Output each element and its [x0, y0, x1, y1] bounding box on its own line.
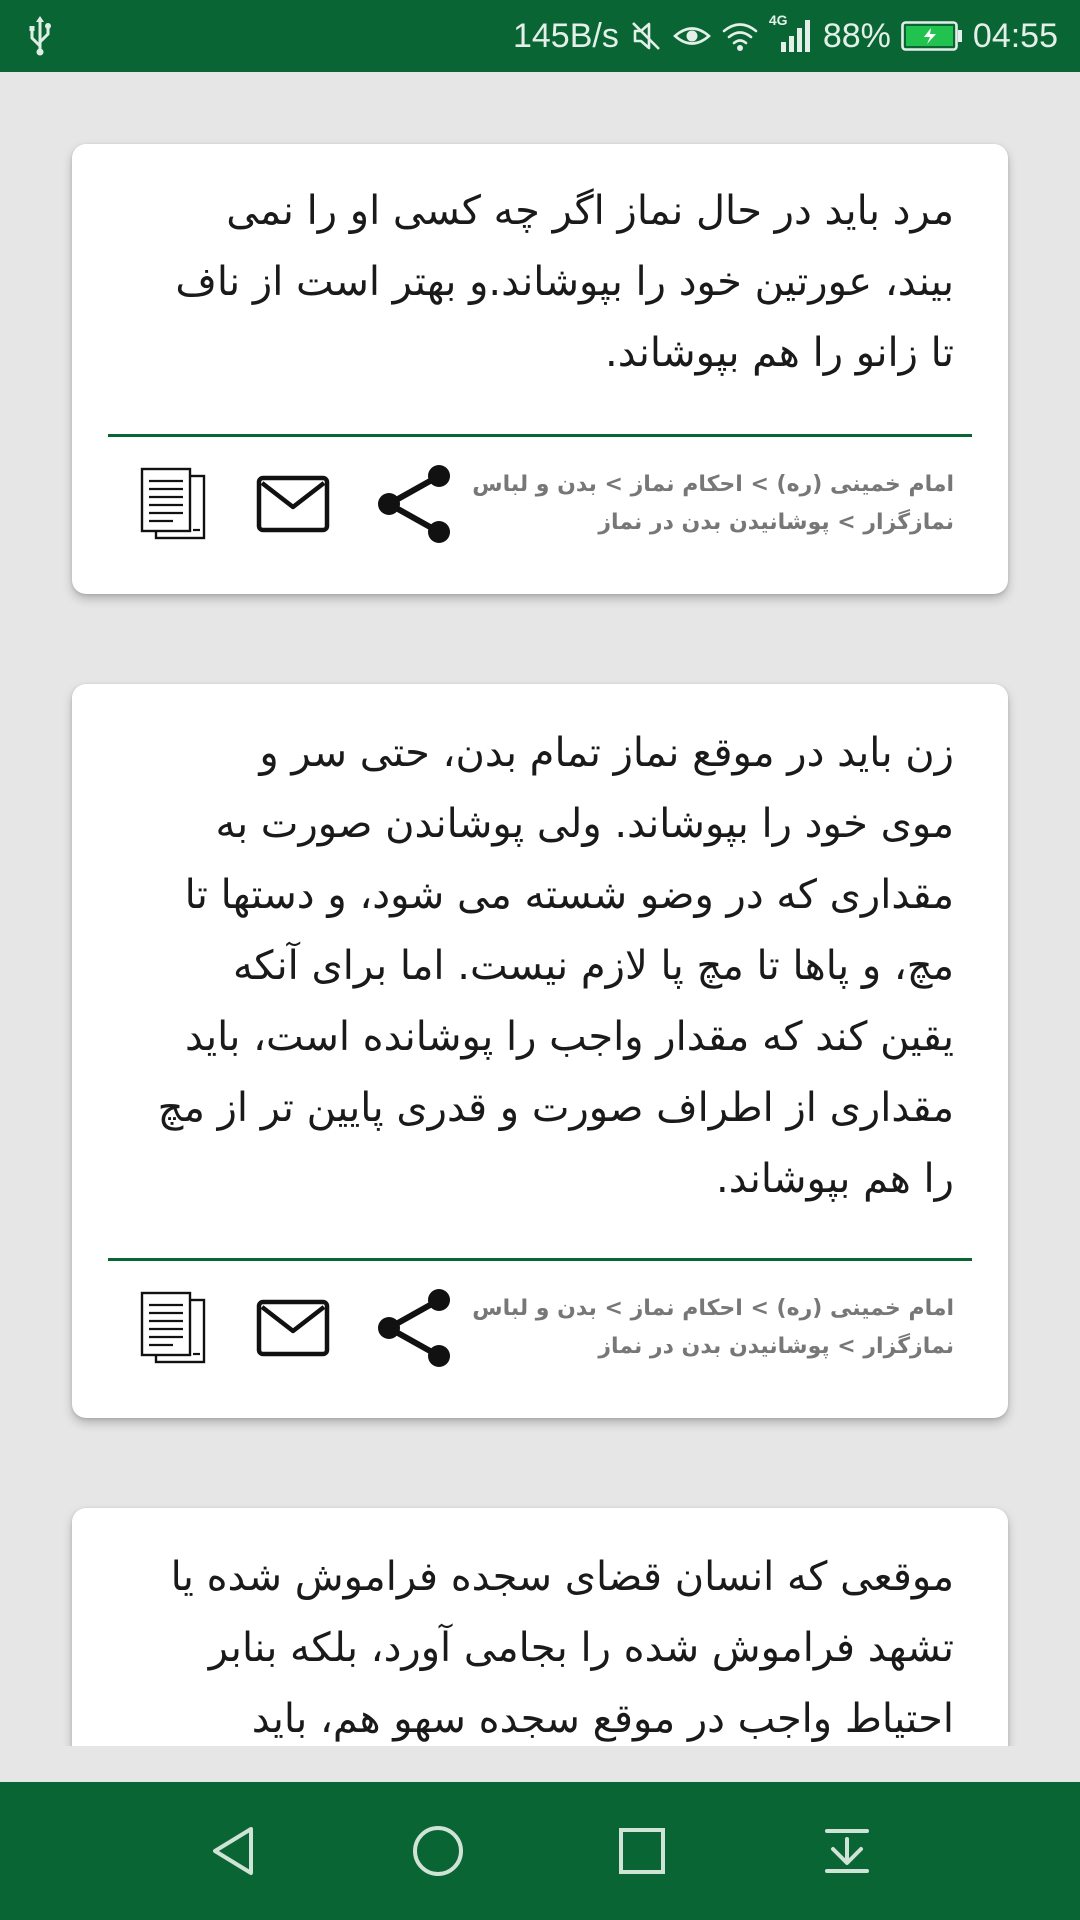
email-button[interactable] — [248, 1280, 338, 1376]
recents-button[interactable] — [597, 1806, 687, 1896]
category-breadcrumb[interactable]: امام خمینی (ره) > احکام نماز > بدن و لبا… — [434, 466, 954, 542]
card-divider — [108, 1258, 972, 1261]
copy-button[interactable] — [128, 456, 218, 552]
clock: 04:55 — [972, 16, 1058, 55]
battery-icon — [901, 21, 962, 51]
status-indicators: 145B/s 4G 88% 04:55 — [513, 0, 1058, 72]
recents-icon — [619, 1828, 665, 1874]
category-breadcrumb[interactable]: امام خمینی (ره) > احکام نماز > بدن و لبا… — [434, 1290, 954, 1366]
back-icon — [213, 1827, 253, 1875]
ruling-card: موقعی که انسان قضای سجده فراموش شده یا ت… — [72, 1508, 1008, 1746]
card-footer: امام خمینی (ره) > احکام نماز > بدن و لبا… — [108, 1280, 954, 1380]
email-icon — [256, 1299, 330, 1357]
email-button[interactable] — [248, 456, 338, 552]
mute-icon — [631, 22, 660, 50]
notification-pull-icon — [825, 1829, 869, 1873]
signal-icon — [780, 20, 810, 52]
email-icon — [256, 475, 330, 533]
ruling-text: موقعی که انسان قضای سجده فراموش شده یا ت… — [170, 1554, 954, 1742]
ruling-text: زن باید در موقع نماز تمام بدن، حتی سر و … — [157, 730, 954, 1202]
notification-pull-button[interactable] — [802, 1806, 892, 1896]
ruling-card: زن باید در موقع نماز تمام بدن، حتی سر و … — [72, 684, 1008, 1418]
content-list[interactable]: مرد باید در حال نماز اگر چه کسی او را نم… — [0, 72, 1080, 1746]
eye-icon — [672, 27, 711, 45]
home-button[interactable] — [393, 1806, 483, 1896]
wifi-icon — [722, 23, 758, 51]
copy-button[interactable] — [128, 1280, 218, 1376]
card-divider — [108, 434, 972, 437]
back-button[interactable] — [188, 1806, 278, 1896]
usb-icon — [29, 16, 51, 56]
card-footer: امام خمینی (ره) > احکام نماز > بدن و لبا… — [108, 456, 954, 556]
copy-icon — [140, 1291, 206, 1364]
status-bar: 145B/s 4G 88% 04:55 — [0, 0, 1080, 72]
network-speed: 145B/s — [512, 16, 619, 55]
ruling-card: مرد باید در حال نماز اگر چه کسی او را نم… — [72, 144, 1008, 594]
system-nav-bar — [0, 1782, 1080, 1920]
copy-icon — [140, 467, 206, 540]
home-icon — [413, 1826, 463, 1876]
ruling-text: مرد باید در حال نماز اگر چه کسی او را نم… — [175, 188, 954, 376]
battery-percent: 88% — [822, 16, 891, 55]
